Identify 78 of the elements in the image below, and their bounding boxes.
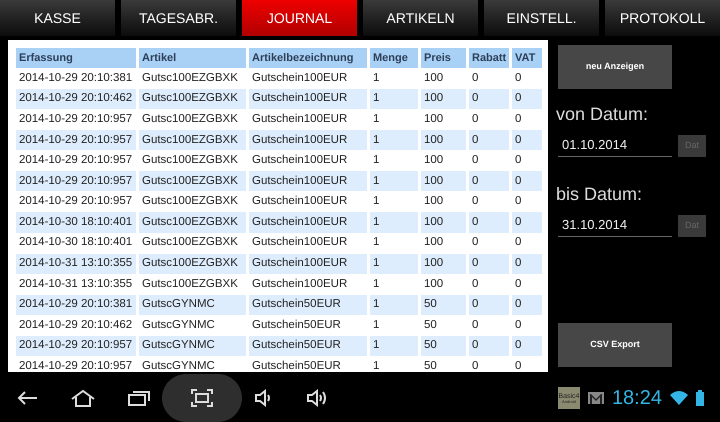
- table-cell: 0: [469, 212, 509, 233]
- table-cell: Gutschein100EUR: [249, 88, 367, 110]
- column-header: Artikelbezeichnung: [249, 48, 367, 68]
- table-cell: 2014-10-29 20:10:957: [16, 130, 136, 150]
- table-cell: 0: [469, 254, 509, 274]
- table-cell: 100: [421, 212, 466, 233]
- table-cell: 1: [370, 294, 418, 315]
- tab[interactable]: JOURNAL: [242, 0, 357, 36]
- table-cell: 1: [370, 254, 418, 274]
- back-icon[interactable]: [16, 390, 38, 406]
- csv-export-button[interactable]: CSV Export: [558, 323, 672, 367]
- table-cell: 0: [469, 171, 509, 192]
- table-cell: 0: [512, 88, 542, 110]
- table-cell: Gutsc100EZGBXK: [139, 254, 246, 274]
- column-header: Artikel: [139, 48, 246, 68]
- table-cell: 2014-10-29 20:10:957: [16, 336, 136, 356]
- table-cell: 0: [469, 130, 509, 150]
- table-cell: Gutschein50EUR: [249, 336, 367, 356]
- column-header: Rabatt: [469, 48, 509, 68]
- date-label: von Datum:: [556, 105, 650, 123]
- table-cell: Gutsc100EZGBXK: [139, 130, 246, 150]
- table-cell: 0: [512, 336, 542, 356]
- column-header: Erfassung: [16, 48, 136, 68]
- table-cell: 2014-10-29 20:10:957: [16, 171, 136, 192]
- date-field[interactable]: 01.10.2014: [558, 133, 672, 157]
- tab[interactable]: TAGESABR.: [121, 0, 236, 36]
- table-cell: Gutsc100EZGBXK: [139, 212, 246, 233]
- table-cell: 0: [512, 130, 542, 150]
- table-cell: 0: [469, 336, 509, 356]
- tab[interactable]: KASSE: [0, 0, 115, 36]
- table-cell: 0: [469, 294, 509, 315]
- tab[interactable]: PROTOKOLL: [605, 0, 720, 36]
- refresh-button[interactable]: neu Anzeigen: [558, 45, 672, 89]
- table-cell: 100: [421, 171, 466, 192]
- table-cell: 1: [370, 88, 418, 110]
- date-field[interactable]: 31.10.2014: [558, 213, 672, 237]
- clock: 18:24: [612, 386, 662, 411]
- home-icon[interactable]: [70, 389, 96, 407]
- column-header: Menge: [370, 48, 418, 68]
- table-cell: 2014-10-29 20:10:462: [16, 88, 136, 110]
- tab[interactable]: ARTIKELN: [363, 0, 478, 36]
- volume-up-icon[interactable]: [306, 389, 328, 407]
- table-cell: 2014-10-31 13:10:355: [16, 254, 136, 274]
- recent-apps-icon[interactable]: [128, 390, 150, 406]
- table-cell: 2014-10-30 18:10:401: [16, 212, 136, 233]
- table-cell: Gutschein100EUR: [249, 212, 367, 233]
- table-cell: 1: [370, 130, 418, 150]
- table-cell: Gutschein50EUR: [249, 294, 367, 315]
- table-cell: Gutsc100EZGBXK: [139, 88, 246, 110]
- table-cell: 100: [421, 88, 466, 110]
- table-cell: 0: [512, 294, 542, 315]
- table-cell: Gutschein100EUR: [249, 254, 367, 274]
- wifi-icon: [670, 391, 688, 405]
- mail-icon: [588, 392, 604, 404]
- tab[interactable]: EINSTELL.: [484, 0, 599, 36]
- date-label: bis Datum:: [556, 185, 644, 203]
- table-cell: 50: [421, 336, 466, 356]
- table-cell: 0: [512, 171, 542, 192]
- table-cell: 0: [512, 254, 542, 274]
- table-cell: 100: [421, 130, 466, 150]
- table-cell: Gutsc100EZGBXK: [139, 171, 246, 192]
- table-cell: 1: [370, 336, 418, 356]
- table-cell: 50: [421, 294, 466, 315]
- table-cell: GutscGYNMC: [139, 294, 246, 315]
- screenshot-icon: [191, 389, 213, 407]
- table-cell: 1: [370, 212, 418, 233]
- table-cell: Gutschein100EUR: [249, 171, 367, 192]
- column-header: Preis: [421, 48, 466, 68]
- table-cell: 0: [469, 88, 509, 110]
- screenshot-button[interactable]: [162, 374, 242, 422]
- table-cell: 0: [512, 212, 542, 233]
- column-header: VAT: [512, 48, 542, 68]
- table-cell: GutscGYNMC: [139, 336, 246, 356]
- table-cell: 2014-10-29 20:10:381: [16, 294, 136, 315]
- battery-icon: [696, 390, 704, 406]
- table-cell: 100: [421, 254, 466, 274]
- table-cell: 1: [370, 171, 418, 192]
- table-cell: Gutschein100EUR: [249, 130, 367, 150]
